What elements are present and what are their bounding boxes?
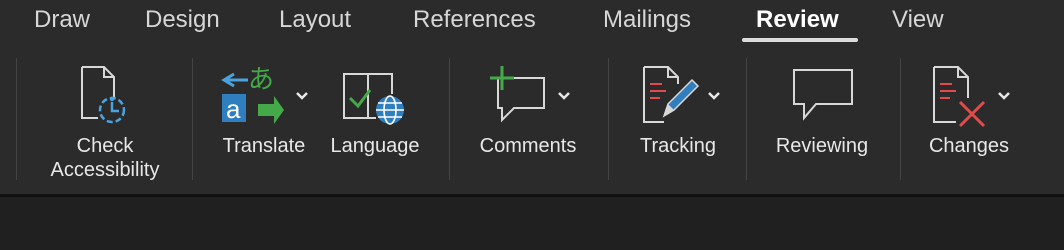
comments-button[interactable]: Comments — [468, 44, 588, 189]
svg-text:あ: あ — [248, 65, 274, 95]
active-tab-indicator — [742, 38, 858, 42]
comments-label: Comments — [479, 135, 577, 157]
chevron-down-icon[interactable] — [294, 90, 310, 102]
tab-view[interactable]: View — [892, 4, 944, 36]
translate-label: Translate — [222, 135, 306, 157]
chevron-down-icon[interactable] — [556, 90, 572, 102]
translate-icon: あ a — [221, 65, 284, 124]
reviewing-pane-icon — [793, 69, 853, 121]
ribbon-toolbar: Check Accessibility あ a Translate Langua… — [0, 44, 1064, 194]
translate-button[interactable]: あ a Translate — [212, 44, 316, 189]
language-label: Language — [330, 135, 420, 157]
group-separator — [449, 58, 450, 180]
ribbon-tab-bar: Draw Design Layout References Mailings R… — [0, 0, 1064, 44]
tab-layout[interactable]: Layout — [279, 4, 351, 36]
chevron-down-icon[interactable] — [996, 90, 1012, 102]
document-area — [0, 197, 1064, 250]
group-separator — [746, 58, 747, 180]
tab-draw[interactable]: Draw — [34, 4, 90, 36]
check-accessibility-label-line2: Accessibility — [50, 159, 160, 181]
group-separator — [608, 58, 609, 180]
changes-button[interactable]: Changes — [914, 44, 1024, 189]
tracking-button[interactable]: Tracking — [626, 44, 730, 189]
chevron-down-icon[interactable] — [706, 90, 722, 102]
reviewing-button[interactable]: Reviewing — [762, 44, 882, 189]
check-accessibility-label-line1: Check — [76, 135, 134, 157]
group-separator — [900, 58, 901, 180]
changes-label: Changes — [928, 135, 1010, 157]
reviewing-label: Reviewing — [775, 135, 869, 157]
group-separator — [192, 58, 193, 180]
new-comment-icon — [490, 66, 545, 123]
group-separator — [16, 58, 17, 180]
tab-references[interactable]: References — [413, 4, 536, 36]
check-accessibility-button[interactable]: Check Accessibility — [30, 44, 180, 189]
language-book-icon — [343, 73, 404, 125]
tab-review[interactable]: Review — [756, 4, 839, 36]
tab-design[interactable]: Design — [145, 4, 220, 36]
track-changes-icon — [643, 66, 700, 123]
tracking-label: Tracking — [640, 135, 716, 157]
reject-change-icon — [933, 66, 986, 128]
tab-mailings[interactable]: Mailings — [603, 4, 691, 36]
language-button[interactable]: Language — [320, 44, 430, 189]
accessibility-document-icon — [81, 66, 126, 124]
svg-text:a: a — [226, 94, 241, 124]
